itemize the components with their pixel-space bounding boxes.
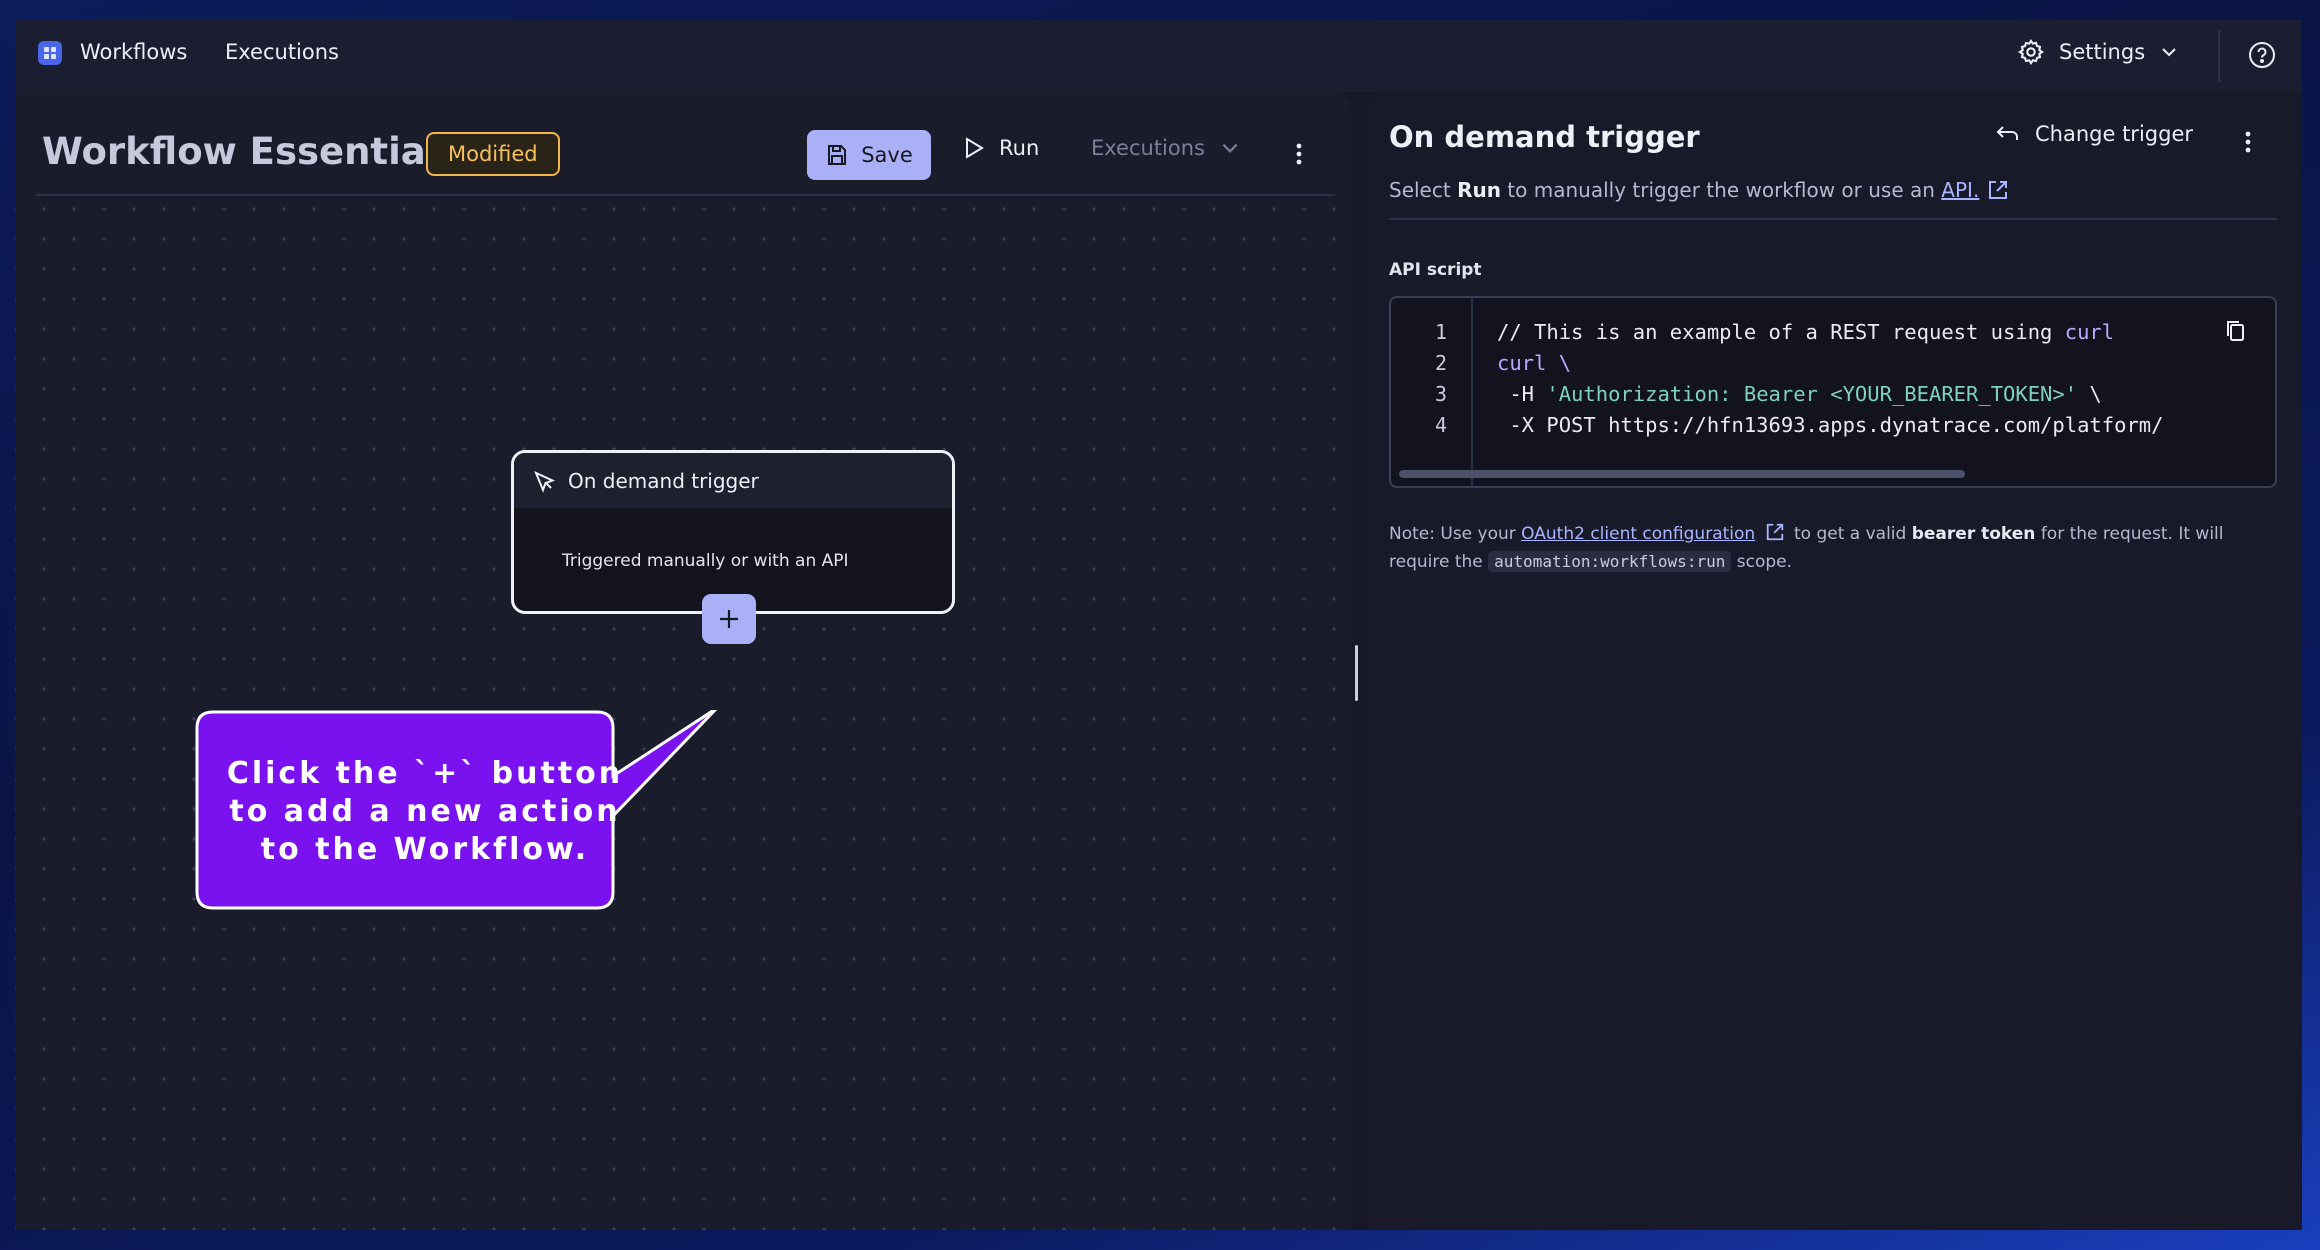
subtitle-text: to manually trigger the workflow or use … [1500, 178, 1942, 202]
api-link[interactable]: API. [1941, 178, 1979, 202]
code-line: // This is an example of a REST request … [1497, 320, 2114, 344]
code-line: curl \ [1497, 351, 1572, 375]
code-line: -X POST https://hfn13693.apps.dynatrace.… [1497, 413, 2164, 437]
note-text: to get a valid [1788, 524, 1912, 544]
code-horizontal-scrollbar[interactable] [1399, 470, 1965, 478]
copy-icon[interactable] [2223, 318, 2249, 344]
workflow-header: Workflow Essentials Modified Save Run Ex… [15, 92, 1351, 196]
settings-menu[interactable]: Settings [2017, 38, 2179, 66]
save-icon [828, 145, 847, 165]
save-label: Save [861, 143, 913, 167]
save-button[interactable]: Save [807, 130, 931, 180]
executions-dropdown[interactable]: Executions [1091, 136, 1241, 160]
callout-line: to the Workflow. [260, 832, 590, 867]
run-label: Run [999, 136, 1040, 160]
callout-line: to add a new action [229, 794, 621, 829]
trigger-node-header: On demand trigger [514, 453, 952, 508]
panel-divider [1389, 218, 2277, 220]
note-bold: bearer token [1911, 524, 2036, 544]
workflow-canvas[interactable]: Workflow Essentials Modified Save Run Ex… [15, 92, 1351, 1230]
header-divider [35, 194, 1335, 196]
external-link-icon[interactable] [1987, 179, 2009, 201]
swap-arrow-icon [1996, 126, 2018, 140]
api-note: Note: Use your OAuth2 client configurati… [1389, 520, 2279, 576]
status-badge: Modified [426, 132, 560, 176]
note-text: Note: Use your [1389, 524, 1522, 544]
chevron-down-icon [2162, 48, 2176, 57]
help-icon[interactable] [2247, 40, 2277, 70]
play-icon [966, 137, 984, 159]
subtitle-text: Select [1389, 178, 1458, 202]
line-number: 3 [1434, 382, 1447, 406]
code-text: -H [1497, 382, 1547, 406]
line-number: 4 [1434, 413, 1447, 437]
plus-icon [720, 610, 738, 628]
add-action-button[interactable] [702, 594, 756, 644]
app-logo-icon[interactable] [37, 40, 63, 66]
page-title: Workflow Essentials [42, 130, 461, 173]
app-window: Workflows Executions Settings Workflow E… [15, 20, 2302, 1230]
trigger-node-description: Triggered manually or with an API [562, 551, 849, 571]
top-bar: Workflows Executions Settings [15, 20, 2302, 92]
panel-resize-handle[interactable] [1355, 645, 1358, 701]
executions-label: Executions [1091, 136, 1205, 160]
scope-code: automation:workflows:run [1488, 551, 1732, 572]
line-number-gutter: 1 2 3 4 [1391, 298, 1473, 486]
code-text: \ [2077, 382, 2102, 406]
settings-label: Settings [2059, 40, 2146, 64]
cursor-click-icon [534, 470, 556, 493]
api-script-label: API script [1389, 260, 1482, 280]
run-button[interactable]: Run [963, 136, 1039, 160]
api-script-code[interactable]: 1 2 3 4 // This is an example of a REST … [1389, 296, 2277, 488]
subtitle-run: Run [1457, 178, 1501, 202]
oauth-config-link[interactable]: OAuth2 client configuration [1521, 524, 1755, 544]
gear-icon [2018, 39, 2044, 65]
trigger-details-panel: On demand trigger Change trigger Select … [1365, 92, 2302, 1230]
more-options-icon[interactable] [1296, 142, 1302, 166]
code-text: // This is an example of a REST request … [1497, 320, 2065, 344]
panel-title: On demand trigger [1389, 120, 1700, 154]
line-number: 2 [1434, 351, 1447, 375]
code-keyword: curl [2064, 320, 2115, 344]
external-link-icon[interactable] [1765, 522, 1785, 542]
nav-workflows[interactable]: Workflows [80, 40, 187, 64]
note-text: scope. [1731, 552, 1793, 572]
chevron-down-icon [1222, 143, 1238, 153]
nav-executions[interactable]: Executions [225, 40, 339, 64]
code-line: -H 'Authorization: Bearer <YOUR_BEARER_T… [1497, 382, 2102, 406]
change-trigger-button[interactable]: Change trigger [1995, 122, 2193, 146]
trigger-node[interactable]: On demand trigger Triggered manually or … [511, 450, 955, 614]
panel-subtitle: Select Run to manually trigger the workf… [1389, 178, 2009, 202]
trigger-node-title: On demand trigger [568, 468, 759, 493]
change-trigger-label: Change trigger [2035, 122, 2193, 146]
topbar-divider [2218, 30, 2220, 82]
tutorial-callout-text: Click the `+` button to add a new action… [215, 755, 635, 869]
callout-line: Click the `+` button [226, 756, 624, 791]
code-string: 'Authorization: Bearer <YOUR_BEARER_TOKE… [1546, 382, 2078, 406]
line-number: 1 [1434, 320, 1447, 344]
panel-more-options-icon[interactable] [2245, 130, 2251, 154]
